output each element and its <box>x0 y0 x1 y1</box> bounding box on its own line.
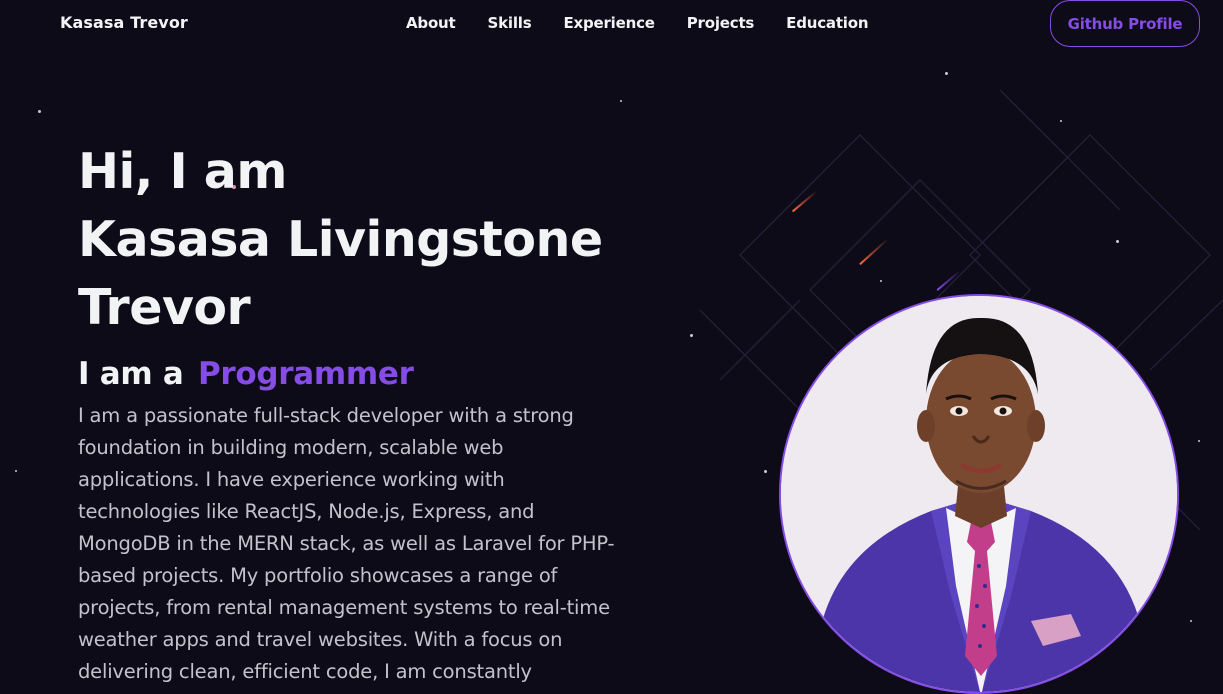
star <box>15 470 17 472</box>
nav-links: About Skills Experience Projects Educati… <box>406 14 869 32</box>
navbar: Kasasa Trevor About Skills Experience Pr… <box>0 0 1223 48</box>
hero-bio: I am a passionate full-stack developer w… <box>78 404 615 683</box>
hero-text: Hi, I am Kasasa Livingstone Trevor I am … <box>78 138 638 688</box>
nav-link-experience[interactable]: Experience <box>563 14 654 32</box>
star <box>620 100 622 102</box>
github-profile-button[interactable]: Github Profile <box>1050 0 1200 47</box>
role-prefix: I am a <box>78 356 184 392</box>
star <box>38 110 41 113</box>
nav-link-education[interactable]: Education <box>786 14 868 32</box>
profile-photo <box>779 294 1179 694</box>
profile-photo-icon <box>781 296 1177 692</box>
star <box>690 334 693 337</box>
hero-greeting-line2: Kasasa Livingstone <box>78 211 603 268</box>
hero-greeting-line3: Trevor <box>78 279 251 336</box>
hero-greeting-line1: Hi, I am <box>78 143 287 200</box>
role-value: Programmer <box>197 356 414 392</box>
nav-link-skills[interactable]: Skills <box>488 14 532 32</box>
role-line: I am a Programmer <box>78 352 638 396</box>
nav-link-about[interactable]: About <box>406 14 456 32</box>
site-logo[interactable]: Kasasa Trevor <box>60 13 188 32</box>
portfolio-page: Kasasa Trevor About Skills Experience Pr… <box>0 0 1223 694</box>
nav-link-projects[interactable]: Projects <box>687 14 755 32</box>
